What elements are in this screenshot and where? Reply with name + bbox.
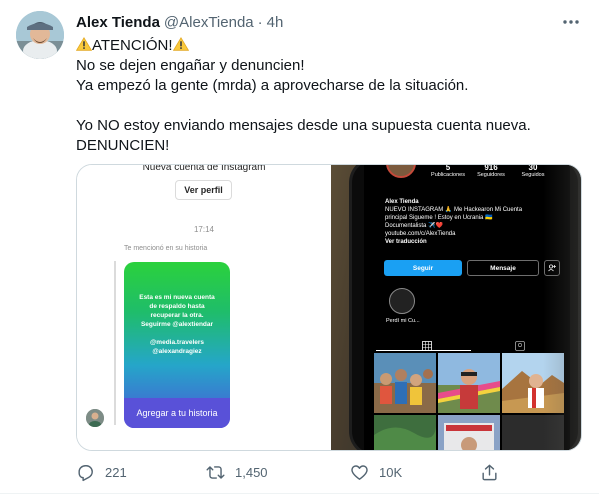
bio-line: Ver traducción (385, 239, 427, 245)
story-line: Seguirme @alextiendar (140, 321, 214, 328)
reply-count: 221 (105, 464, 127, 480)
stat-value: 916 (484, 165, 498, 172)
separator-dot: · (257, 13, 263, 31)
follow-button: Seguir (384, 260, 462, 276)
dm-screenshot-image[interactable]: Nueva cuenta de Instagram Ver perfil 17:… (77, 165, 331, 450)
highlight-label: Perdí mi Cu... (386, 318, 420, 324)
tweet-time[interactable]: 4h (267, 14, 284, 31)
reply-icon (78, 464, 93, 481)
story-reply-bar (114, 261, 116, 425)
tweet-line-2: No se dejen engañar y denuncien! (76, 57, 305, 74)
story-text: Esta es mi nueva cuenta de respaldo hast… (129, 293, 225, 356)
warning-icon (172, 37, 189, 51)
more-options-icon[interactable] (561, 12, 581, 32)
retweet-count: 1,450 (235, 464, 268, 480)
bio-line: NUEVO INSTAGRAM 🙏 Me Hackearon Mi Cuenta (385, 207, 523, 213)
tweet-line-1: ATENCIÓN! (75, 36, 586, 56)
stat-label: Publicaciones (431, 172, 465, 178)
story-line: Esta es mi nueva cuenta (139, 294, 215, 301)
stat-label: Seguidores (477, 172, 505, 178)
dm-header-title: Nueva cuenta de Instagram (142, 165, 266, 173)
photo-grid (374, 353, 564, 450)
tweet-line-1-text: ATENCIÓN! (92, 37, 173, 54)
tweet-header: Alex Tienda @AlexTienda · 4h (76, 12, 583, 32)
tab-indicator (376, 350, 471, 351)
tweet-actions: 221 1,450 10K (76, 458, 586, 486)
story-line: de respaldo hasta (149, 303, 205, 310)
author-handle[interactable]: @AlexTienda (164, 14, 254, 31)
share-icon (482, 464, 497, 480)
story-card: Esta es mi nueva cuenta de respaldo hast… (124, 262, 230, 428)
author-name[interactable]: Alex Tienda (76, 14, 160, 31)
like-button[interactable]: 10K (350, 458, 402, 486)
stat-followers: 916 Seguidores (471, 165, 511, 178)
bio-line: Documentalista ✈️❤️ (385, 223, 443, 229)
stat-posts: 5 Publicaciones (430, 165, 466, 178)
grid-photo (374, 353, 436, 413)
avatar[interactable] (16, 11, 64, 59)
tweet-line-3: Ya empezó la gente (mrda) a aprovecharse… (76, 77, 469, 94)
stat-value: 5 (445, 165, 451, 172)
grid-photo (438, 353, 500, 413)
photo-glare (543, 165, 581, 450)
story-line: recuperar la otra. (150, 312, 204, 319)
bio-line: principal Siguemе ! Estoy en Ucrania 🇺🇦 (385, 215, 493, 221)
message-button: Mensaje (467, 260, 539, 276)
warning-icon (75, 37, 93, 51)
share-button[interactable] (480, 458, 499, 486)
retweet-icon (206, 465, 225, 479)
profile-bio: Alex Tienda NUEVO INSTAGRAM 🙏 Me Hackear… (385, 198, 565, 246)
highlight-circle (389, 288, 415, 314)
tweet[interactable]: Alex Tienda @AlexTienda · 4h ATENCIÓN! N… (0, 0, 599, 494)
tweet-text: ATENCIÓN! No se dejen engañar y denuncie… (75, 36, 586, 156)
tweet-line-5: Yo NO estoy enviando mensajes desde una … (76, 117, 531, 134)
add-to-story-button: Agregar a tu historia (124, 398, 230, 428)
tweet-line-6: DENUNCIEN! (76, 137, 170, 154)
phone-screen: 5 Publicaciones 916 Seguidores 30 Seguid… (364, 165, 570, 450)
dm-timestamp: 17:14 (193, 225, 215, 234)
retweet-button[interactable]: 1,450 (206, 458, 268, 486)
tweet-line-4 (76, 96, 586, 116)
story-line (129, 329, 225, 338)
profile-picture (386, 165, 416, 178)
phone-photo-image[interactable]: 5 Publicaciones 916 Seguidores 30 Seguid… (331, 165, 581, 450)
grid-photo (374, 415, 436, 450)
tweet-media[interactable]: Nueva cuenta de Instagram Ver perfil 17:… (76, 164, 582, 451)
heart-icon (351, 464, 368, 480)
grid-photo (438, 415, 500, 450)
tagged-icon (515, 338, 525, 351)
like-count: 10K (379, 464, 403, 480)
story-line: @media.travelers (149, 339, 205, 346)
view-profile-button: Ver perfil (175, 180, 232, 200)
grid-icon (422, 338, 432, 351)
story-line: @alexandragiez (152, 348, 202, 355)
reply-button[interactable]: 221 (76, 458, 127, 486)
bio-line: youtube.com/c/AlexTienda (385, 231, 456, 237)
bio-line: Alex Tienda (385, 199, 419, 205)
sender-avatar (86, 409, 104, 427)
mention-text: Te mencionó en su historia (124, 245, 208, 252)
